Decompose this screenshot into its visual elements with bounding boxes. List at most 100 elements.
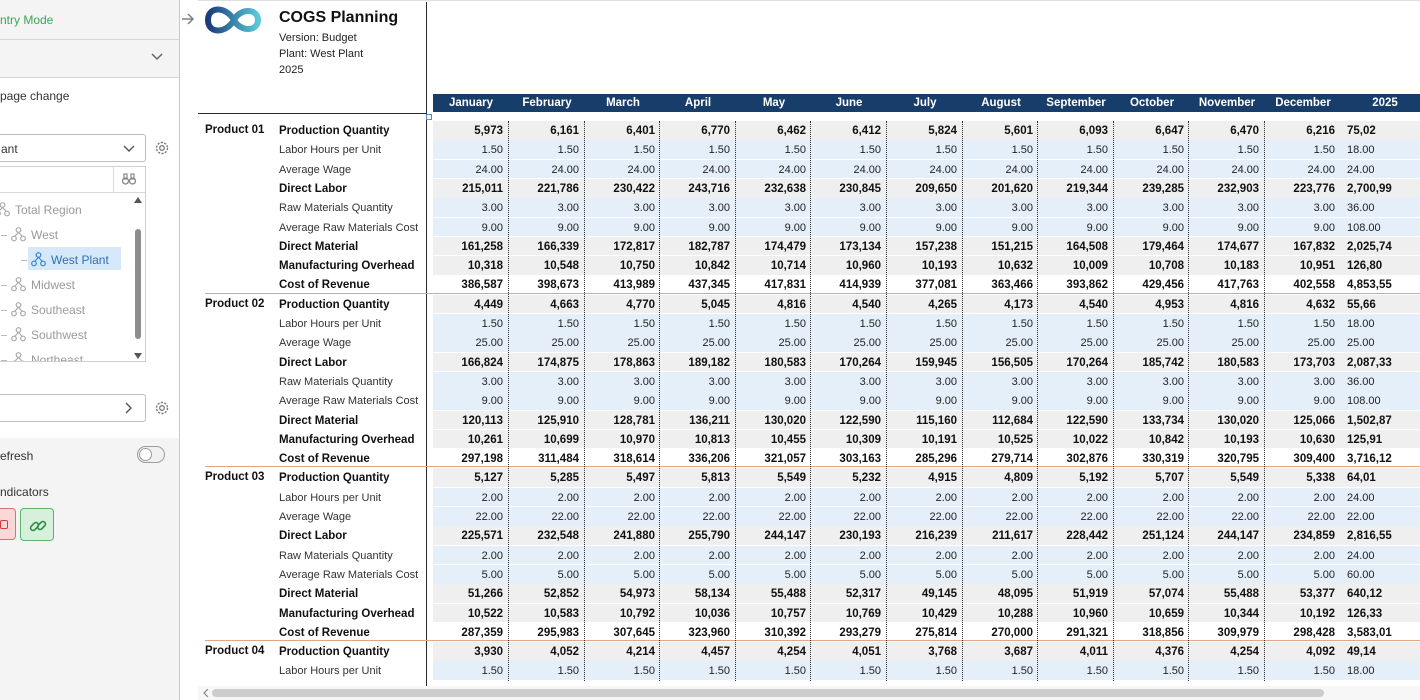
value-cell[interactable]: 9.00 — [433, 222, 503, 234]
value-cell[interactable]: 1.50 — [509, 144, 579, 156]
value-cell[interactable]: 6,216 — [1265, 125, 1335, 137]
value-cell[interactable]: 4,254 — [736, 646, 806, 658]
value-cell[interactable]: 10,525 — [963, 434, 1033, 446]
value-cell[interactable]: 10,792 — [585, 608, 655, 620]
value-cell[interactable]: 2.00 — [736, 492, 806, 504]
gear-icon[interactable] — [153, 139, 171, 157]
value-cell[interactable]: 4,816 — [1189, 299, 1259, 311]
value-cell[interactable]: 5,601 — [963, 125, 1033, 137]
value-cell[interactable]: 10,009 — [1038, 260, 1108, 272]
value-cell[interactable]: 287,359 — [433, 627, 503, 639]
scroll-thumb[interactable] — [212, 689, 1324, 697]
value-cell[interactable]: 164,508 — [1038, 241, 1108, 253]
value-cell[interactable]: 310,392 — [736, 627, 806, 639]
value-cell[interactable]: 172,817 — [585, 241, 655, 253]
value-cell[interactable]: 234,859 — [1265, 530, 1335, 542]
value-cell[interactable]: 4,540 — [811, 299, 881, 311]
plant-select[interactable]: ant — [0, 134, 146, 162]
value-cell[interactable]: 22.00 — [509, 511, 579, 523]
value-cell[interactable]: 1.50 — [660, 144, 730, 156]
value-cell[interactable]: 25.00 — [887, 337, 957, 349]
value-cell[interactable]: 363,466 — [963, 279, 1033, 291]
value-cell[interactable]: 1.50 — [433, 665, 503, 677]
value-cell[interactable]: 5.00 — [887, 569, 957, 581]
value-cell[interactable]: 5.00 — [433, 569, 503, 581]
value-cell[interactable]: 2.00 — [1114, 492, 1184, 504]
value-cell[interactable]: 5,549 — [736, 472, 806, 484]
value-cell[interactable]: 1.50 — [1265, 144, 1335, 156]
value-cell[interactable]: 2.00 — [887, 492, 957, 504]
value-cell[interactable]: 156,505 — [963, 357, 1033, 369]
value-cell[interactable]: 5.00 — [509, 569, 579, 581]
total-cell[interactable]: 2,087,33 — [1345, 357, 1420, 369]
value-cell[interactable]: 9.00 — [1189, 222, 1259, 234]
value-cell[interactable]: 22.00 — [1189, 511, 1259, 523]
value-cell[interactable]: 54,973 — [585, 588, 655, 600]
value-cell[interactable]: 5.00 — [585, 569, 655, 581]
value-cell[interactable]: 1.50 — [660, 318, 730, 330]
value-cell[interactable]: 9.00 — [736, 222, 806, 234]
value-cell[interactable]: 228,442 — [1038, 530, 1108, 542]
value-cell[interactable]: 10,970 — [585, 434, 655, 446]
total-cell[interactable]: 36.00 — [1345, 376, 1420, 388]
value-cell[interactable]: 2.00 — [1265, 492, 1335, 504]
total-cell[interactable]: 18.00 — [1345, 665, 1420, 677]
value-cell[interactable]: 201,620 — [963, 183, 1033, 195]
value-cell[interactable]: 211,617 — [963, 530, 1033, 542]
value-cell[interactable]: 25.00 — [736, 337, 806, 349]
value-cell[interactable]: 25.00 — [1265, 337, 1335, 349]
value-cell[interactable]: 1.50 — [1189, 318, 1259, 330]
value-cell[interactable]: 1.50 — [433, 318, 503, 330]
value-cell[interactable]: 10,750 — [585, 260, 655, 272]
total-cell[interactable]: 108.00 — [1345, 222, 1420, 234]
value-cell[interactable]: 2.00 — [1038, 550, 1108, 562]
total-cell[interactable]: 75,02 — [1345, 125, 1420, 137]
value-cell[interactable]: 6,470 — [1189, 125, 1259, 137]
value-cell[interactable]: 24.00 — [585, 164, 655, 176]
value-cell[interactable]: 221,786 — [509, 183, 579, 195]
value-cell[interactable]: 9.00 — [1038, 222, 1108, 234]
value-cell[interactable]: 9.00 — [509, 395, 579, 407]
value-cell[interactable]: 10,318 — [433, 260, 503, 272]
value-cell[interactable]: 9.00 — [660, 395, 730, 407]
value-cell[interactable]: 10,842 — [660, 260, 730, 272]
chevron-left-icon[interactable] — [202, 689, 210, 697]
total-cell[interactable]: 2,025,74 — [1345, 241, 1420, 253]
value-cell[interactable]: 216,239 — [887, 530, 957, 542]
value-cell[interactable]: 10,708 — [1114, 260, 1184, 272]
value-cell[interactable]: 125,066 — [1265, 415, 1335, 427]
value-cell[interactable]: 9.00 — [660, 222, 730, 234]
value-cell[interactable]: 279,714 — [963, 453, 1033, 465]
value-cell[interactable]: 1.50 — [963, 144, 1033, 156]
value-cell[interactable]: 318,856 — [1114, 627, 1184, 639]
value-cell[interactable]: 52,317 — [811, 588, 881, 600]
value-cell[interactable]: 1.50 — [1265, 665, 1335, 677]
indicator-red-button[interactable] — [0, 508, 16, 540]
total-cell[interactable]: 4,853,55 — [1345, 279, 1420, 291]
value-cell[interactable]: 9.00 — [1189, 395, 1259, 407]
horizontal-scrollbar[interactable] — [198, 686, 1420, 700]
value-cell[interactable]: 4,915 — [887, 472, 957, 484]
value-cell[interactable]: 173,134 — [811, 241, 881, 253]
value-cell[interactable]: 10,813 — [660, 434, 730, 446]
value-cell[interactable]: 3.00 — [736, 202, 806, 214]
value-cell[interactable]: 2.00 — [433, 492, 503, 504]
value-cell[interactable]: 4,011 — [1038, 646, 1108, 658]
value-cell[interactable]: 57,074 — [1114, 588, 1184, 600]
value-cell[interactable]: 4,214 — [585, 646, 655, 658]
value-cell[interactable]: 10,455 — [736, 434, 806, 446]
value-cell[interactable]: 10,699 — [509, 434, 579, 446]
value-cell[interactable]: 417,831 — [736, 279, 806, 291]
value-cell[interactable]: 1.50 — [433, 144, 503, 156]
value-cell[interactable]: 1.50 — [963, 318, 1033, 330]
value-cell[interactable]: 9.00 — [1114, 222, 1184, 234]
total-cell[interactable]: 24.00 — [1345, 492, 1420, 504]
value-cell[interactable]: 4,254 — [1189, 646, 1259, 658]
value-cell[interactable]: 4,953 — [1114, 299, 1184, 311]
value-cell[interactable]: 6,462 — [736, 125, 806, 137]
value-cell[interactable]: 1.50 — [1114, 318, 1184, 330]
value-cell[interactable]: 170,264 — [811, 357, 881, 369]
value-cell[interactable]: 4,632 — [1265, 299, 1335, 311]
total-cell[interactable]: 25.00 — [1345, 337, 1420, 349]
value-cell[interactable]: 417,763 — [1189, 279, 1259, 291]
